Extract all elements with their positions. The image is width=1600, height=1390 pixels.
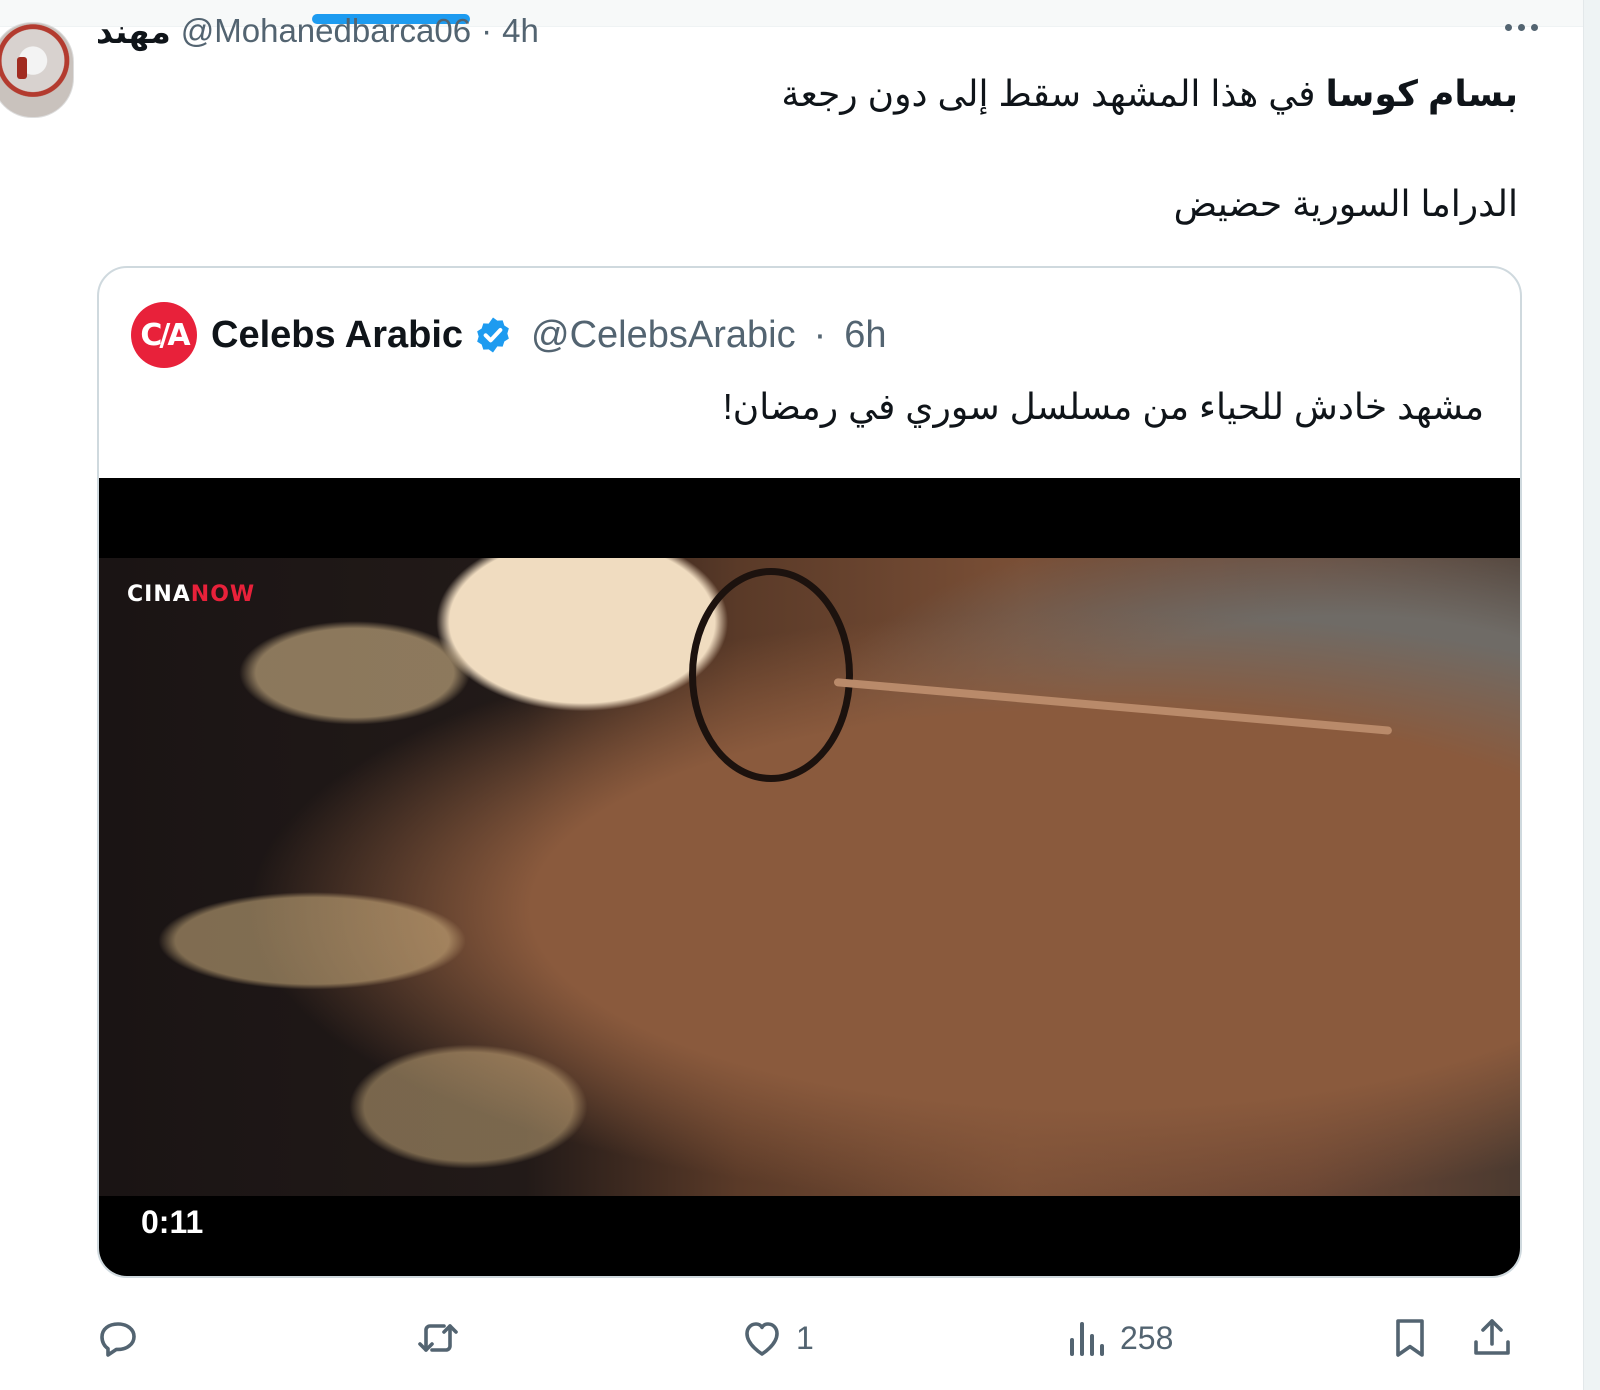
display-name[interactable]: مهند [96, 12, 171, 51]
tweet-text-rest: في هذا المشهد سقط إلى دون رجعة [781, 73, 1326, 114]
reply-button[interactable] [94, 1310, 152, 1366]
tweet-actions-bar: 1 258 [0, 1310, 1600, 1370]
video-duration: 0:11 [129, 1202, 216, 1243]
video-scene-glasses [689, 568, 853, 782]
user-handle[interactable]: @Mohanedbarca06 [181, 12, 471, 50]
bookmark-button[interactable] [1386, 1310, 1434, 1366]
reply-icon [100, 1322, 136, 1357]
avatar[interactable] [0, 22, 74, 118]
celebs-arabic-logo[interactable]: C/A [131, 302, 197, 368]
retweet-icon [418, 1324, 458, 1352]
quote-time[interactable]: 6h [844, 314, 886, 357]
retweet-button[interactable] [414, 1310, 472, 1366]
video-frame[interactable]: CINANOW [99, 558, 1520, 1196]
video-scene-glasses-arm [833, 678, 1393, 735]
quote-handle[interactable]: @CelebsArabic [531, 314, 796, 357]
cinanow-watermark: CINANOW [127, 582, 255, 607]
share-button[interactable] [1468, 1310, 1516, 1366]
quote-display-name[interactable]: Celebs Arabic [211, 314, 463, 357]
separator-dot: · [481, 12, 493, 49]
tweet-text-line-2: الدراما السورية حضيض [1173, 183, 1518, 224]
like-count: 1 [796, 1319, 814, 1356]
video-player[interactable]: CINANOW 0:11 [99, 478, 1520, 1276]
quote-text: مشهد خادش للحياء من مسلسل سوري في رمضان! [722, 386, 1484, 427]
like-button[interactable]: 1 [738, 1310, 814, 1366]
watermark-now: NOW [190, 582, 256, 607]
views-chart-icon [1070, 1322, 1104, 1356]
tweet-header: مهند @Mohanedbarca06 · 4h [96, 6, 539, 56]
quote-separator-dot: · [813, 313, 827, 356]
views-button[interactable]: 258 [1062, 1310, 1173, 1366]
watermark-cina: CINA [127, 582, 191, 607]
mentioned-name: بسام كوسا [1325, 73, 1518, 114]
tweet-detail-page: مهند @Mohanedbarca06 · 4h بسام كوسا في ه… [0, 0, 1600, 1390]
views-count: 258 [1120, 1319, 1174, 1356]
share-icon [1474, 1319, 1510, 1355]
verified-badge-icon [477, 317, 509, 353]
tweet-text-line-1: بسام كوسا في هذا المشهد سقط إلى دون رجعة [781, 72, 1518, 116]
bookmark-icon [1396, 1319, 1424, 1357]
scrollbar-track[interactable] [1583, 0, 1600, 1390]
quote-header: C/A Celebs Arabic @CelebsArabic · 6h [131, 302, 887, 368]
quoted-tweet-card[interactable]: C/A Celebs Arabic @CelebsArabic · 6h مشه… [97, 266, 1522, 1278]
more-options-icon[interactable] [1505, 24, 1538, 31]
heart-icon [745, 1322, 779, 1356]
tweet-time[interactable]: 4h [502, 12, 539, 50]
